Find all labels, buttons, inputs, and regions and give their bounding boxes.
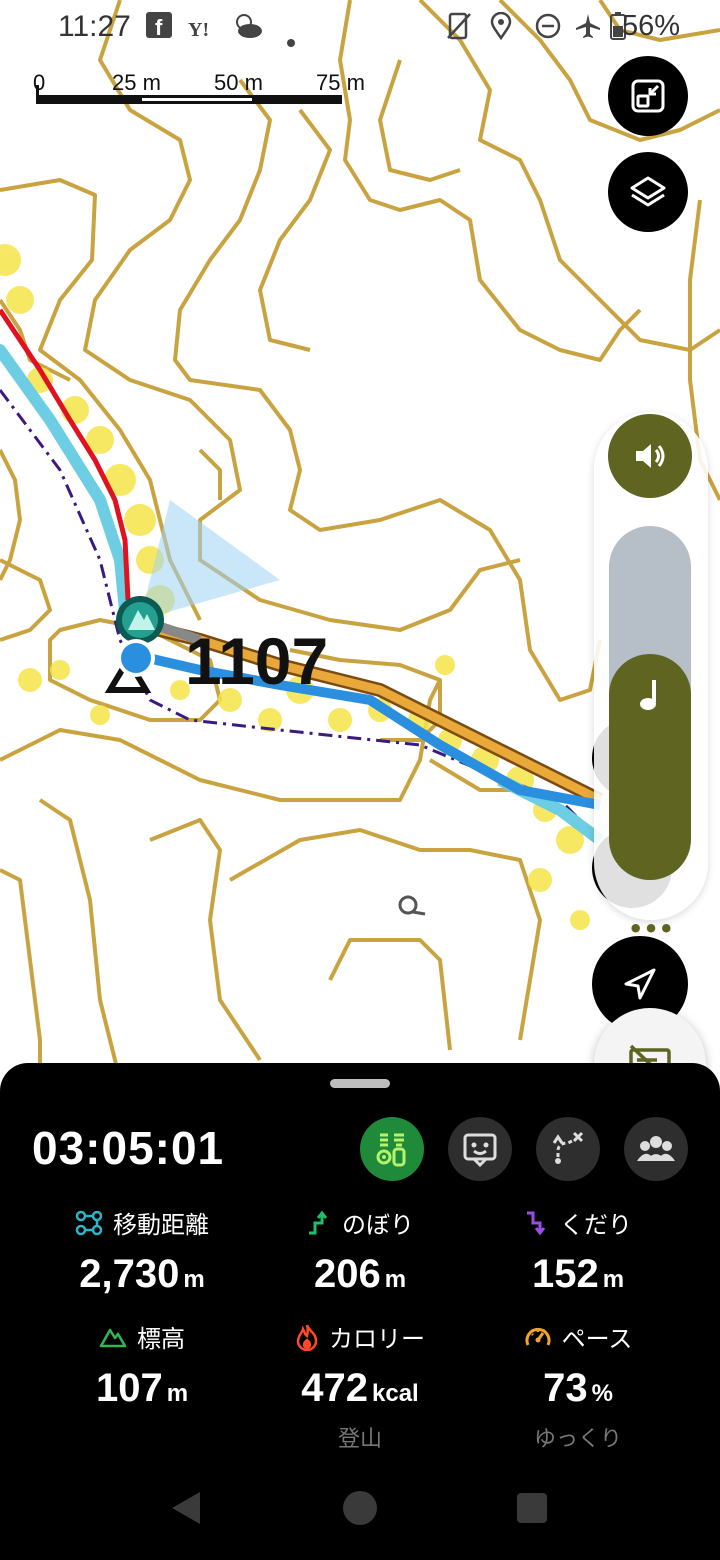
svg-text:Y!: Y!	[188, 19, 209, 40]
face-button[interactable]	[448, 1117, 512, 1181]
stat-calories-activity: 登山	[337, 1427, 382, 1452]
home-icon[interactable]	[342, 1490, 378, 1526]
ascent-icon	[309, 1210, 328, 1234]
speaker-icon	[636, 444, 665, 468]
stat-distance: 移動距離 2,730 m	[32, 1205, 252, 1297]
distance-icon	[75, 1210, 103, 1235]
sound-toggle-button[interactable]	[608, 414, 692, 498]
stat-calories-value: 472	[301, 1366, 369, 1410]
audio-control-panel: •••	[594, 412, 708, 941]
stat-distance-unit: m	[183, 1266, 205, 1293]
stat-descent: くだり 152 m	[468, 1205, 688, 1297]
stat-pace: ペース 73% ゆっくり	[468, 1319, 688, 1453]
weather-icon	[232, 12, 264, 47]
battery-percentage: 56%	[621, 10, 680, 42]
elapsed-time: 03:05:01	[32, 1122, 225, 1174]
stat-calories-unit: kcal	[372, 1380, 419, 1407]
music-note-icon	[640, 680, 656, 710]
stat-pace-unit: %	[591, 1380, 613, 1407]
map-layers-button[interactable]	[608, 152, 688, 232]
scale-label-0: 0	[33, 70, 46, 95]
facebook-icon: f	[146, 12, 172, 45]
stat-elevation-unit: m	[166, 1380, 189, 1407]
dot-icon	[286, 22, 296, 55]
summit-marker-icon[interactable]	[116, 596, 164, 644]
stat-pace-rating: ゆっくり	[533, 1427, 622, 1452]
activity-sheet: 03:05:01 移動距離 2,730 m のぼり 206 m くだり 152 m 標…	[0, 1063, 720, 1560]
stat-ascent-unit: m	[384, 1266, 407, 1293]
face-icon	[463, 1133, 497, 1168]
scale-label-75: 75 m	[316, 70, 365, 95]
stat-descent-value: 152	[531, 1252, 599, 1296]
summit-elevation-label: 1107	[185, 624, 328, 698]
status-bar: 11:27 f Y! 56%	[0, 0, 720, 56]
group-button[interactable]	[624, 1117, 688, 1181]
yahoo-icon: Y!	[188, 14, 224, 47]
stat-calories-label: カロリー	[329, 1325, 425, 1353]
dnd-icon	[534, 12, 562, 47]
layers-icon	[630, 176, 666, 207]
stat-ascent-label: のぼり	[342, 1211, 414, 1239]
stat-pace-label: ペース	[561, 1325, 633, 1353]
stat-calories: カロリー 472 kcal 登山	[250, 1319, 470, 1453]
stat-elevation-value: 107	[95, 1366, 163, 1410]
airplane-icon	[574, 12, 602, 47]
stat-distance-label: 移動距離	[113, 1211, 209, 1239]
stat-elevation: 標高 107 m	[32, 1319, 252, 1411]
scale-label-25: 25 m	[112, 70, 161, 95]
system-navigation-bar	[0, 1460, 720, 1560]
route-off-button[interactable]	[536, 1117, 600, 1181]
stat-pace-value: 73	[543, 1366, 588, 1410]
status-time: 11:27	[58, 10, 131, 43]
svg-text:f: f	[155, 15, 163, 38]
scale-label-50: 50 m	[214, 70, 263, 95]
elevation-icon	[99, 1328, 127, 1347]
location-icon	[490, 11, 512, 47]
stat-descent-label: くだり	[560, 1211, 632, 1239]
back-icon[interactable]	[168, 1490, 204, 1526]
descent-icon	[527, 1211, 546, 1235]
recents-icon[interactable]	[516, 1492, 548, 1524]
stat-elevation-label: 標高	[137, 1325, 185, 1353]
exit-fullscreen-button[interactable]	[608, 56, 688, 136]
exit-fullscreen-icon	[631, 79, 665, 113]
navigation-arrow-icon	[624, 968, 656, 1000]
volume-slider[interactable]	[609, 526, 691, 880]
sheet-drag-handle[interactable]	[330, 1079, 390, 1088]
trail-icon	[376, 1133, 406, 1167]
vibrate-off-icon	[446, 12, 472, 47]
volume-slider-fill[interactable]	[609, 654, 691, 880]
group-icon	[637, 1136, 675, 1161]
stat-ascent: のぼり 206 m	[250, 1205, 470, 1297]
flame-icon	[296, 1323, 318, 1351]
stat-descent-unit: m	[602, 1266, 625, 1293]
stat-distance-value: 2,730	[79, 1252, 180, 1296]
route-off-icon	[552, 1131, 584, 1164]
trail-button[interactable]	[360, 1117, 424, 1181]
stat-ascent-value: 206	[313, 1252, 381, 1296]
speedometer-icon	[525, 1327, 551, 1346]
current-location-dot	[117, 639, 155, 677]
